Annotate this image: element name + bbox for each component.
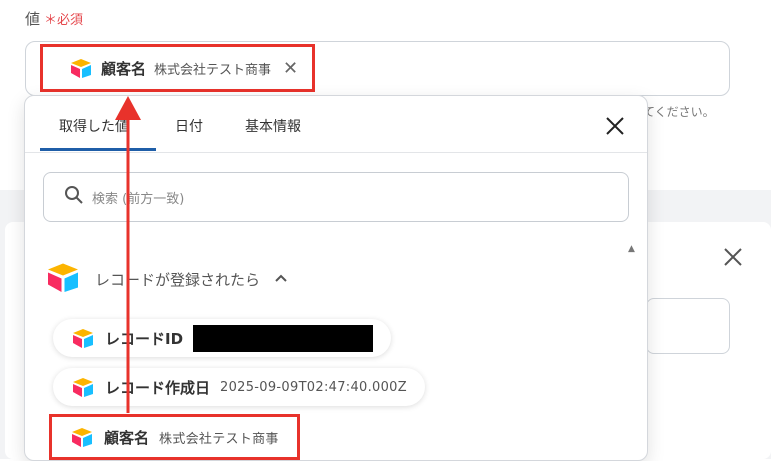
section-label: レコードが登録されたら <box>95 270 261 289</box>
chip-name: 顧客名 <box>101 59 147 78</box>
chip-value: 株式会社テスト商事 <box>154 62 272 78</box>
airtable-logo-icon <box>45 262 81 296</box>
tab-date[interactable]: 日付 <box>175 116 203 136</box>
airtable-logo-icon <box>71 328 95 348</box>
required-marker: ＊必須 <box>44 13 84 28</box>
tab-acquired-values[interactable]: 取得した値 <box>59 116 129 136</box>
tab-basic-info[interactable]: 基本情報 <box>245 116 301 136</box>
list-item-record-id[interactable]: レコードID <box>53 319 392 357</box>
item-name: 顧客名 <box>104 428 150 447</box>
card-input[interactable] <box>646 298 730 354</box>
item-name: レコードID <box>105 329 184 348</box>
field-label: 値＊必須 <box>25 8 83 29</box>
card-close-icon[interactable] <box>722 246 744 268</box>
scroll-up-arrow-icon[interactable]: ▲ <box>628 244 635 254</box>
airtable-logo-icon <box>70 427 94 447</box>
list-item-record-created[interactable]: レコード作成日 2025-09-09T02:47:40.000Z <box>53 368 425 406</box>
redacted-value <box>193 324 374 352</box>
airtable-logo-icon <box>69 58 93 78</box>
close-icon[interactable] <box>605 114 625 142</box>
helper-text: てください。 <box>643 105 715 119</box>
chip-remove-icon[interactable]: ✕ <box>283 58 298 79</box>
variable-picker-popup: 取得した値 日付 基本情報 検索 (前方一致) ▲ レコードが登録されたら レコ… <box>24 95 648 461</box>
search-placeholder: 検索 (前方一致) <box>92 191 185 207</box>
field-label-text: 値 <box>25 10 41 28</box>
item-value: 株式会社テスト商事 <box>159 431 279 447</box>
tab-bar: 取得した値 日付 基本情報 <box>25 96 647 153</box>
selected-value-chip[interactable]: 顧客名 株式会社テスト商事 ✕ <box>40 44 316 92</box>
search-icon <box>64 185 84 209</box>
list-item-customer-name[interactable]: 顧客名 株式会社テスト商事 <box>49 414 300 460</box>
search-input[interactable]: 検索 (前方一致) <box>43 172 629 222</box>
airtable-logo-icon <box>71 377 95 397</box>
chevron-up-icon[interactable] <box>274 272 288 286</box>
item-value: 2025-09-09T02:47:40.000Z <box>220 379 407 395</box>
section-header[interactable]: レコードが登録されたら <box>45 262 288 296</box>
active-tab-indicator <box>40 148 156 151</box>
item-name: レコード作成日 <box>105 378 211 397</box>
